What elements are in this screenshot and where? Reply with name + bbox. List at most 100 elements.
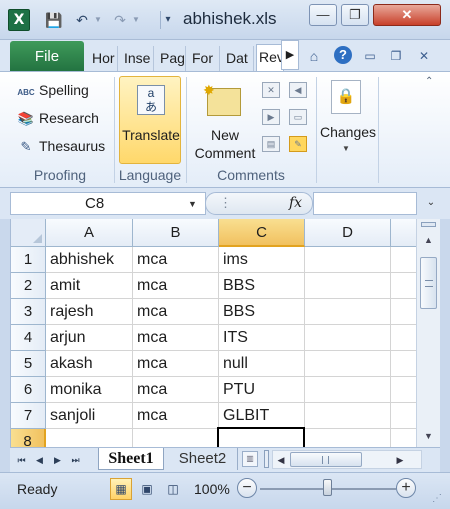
- cell-b8[interactable]: [133, 429, 219, 447]
- tab-scroll-right-icon[interactable]: ▶: [281, 40, 299, 70]
- restore-button[interactable]: ❐: [341, 4, 369, 26]
- resize-grip-icon[interactable]: ⋰: [432, 493, 442, 504]
- cell-c4[interactable]: ITS: [219, 325, 305, 351]
- excel-logo-icon[interactable]: X: [8, 9, 30, 31]
- active-cell-cursor[interactable]: [217, 427, 305, 447]
- tab-review[interactable]: Rev: [256, 44, 284, 72]
- tab-data[interactable]: Dat: [224, 46, 254, 72]
- row-header[interactable]: 8: [11, 429, 46, 447]
- cell-a6[interactable]: monika: [46, 377, 133, 403]
- last-sheet-icon[interactable]: ⏭: [70, 453, 81, 467]
- scroll-left-icon[interactable]: ◀: [274, 452, 288, 468]
- tab-split-handle-icon[interactable]: [264, 450, 269, 468]
- row-header[interactable]: 1: [11, 247, 46, 273]
- scroll-right-icon[interactable]: ▶: [393, 452, 407, 468]
- row-header[interactable]: 2: [11, 273, 46, 299]
- cell-d4[interactable]: [305, 325, 391, 351]
- minimize-button[interactable]: —: [309, 4, 337, 26]
- show-hide-comment-icon[interactable]: ▭: [289, 109, 307, 125]
- cell-e1[interactable]: [391, 247, 416, 273]
- workbook-restore-icon[interactable]: ❐: [386, 46, 406, 66]
- cell-c2[interactable]: BBS: [219, 273, 305, 299]
- scroll-down-icon[interactable]: ▼: [419, 427, 438, 445]
- cell-b7[interactable]: mca: [133, 403, 219, 429]
- scroll-up-icon[interactable]: ▲: [419, 231, 438, 249]
- normal-view-icon[interactable]: ▦: [110, 478, 132, 500]
- spelling-button[interactable]: ABC Spelling: [16, 78, 89, 102]
- horizontal-scroll-thumb[interactable]: [290, 452, 362, 467]
- prev-sheet-icon[interactable]: ◀: [34, 453, 45, 467]
- first-sheet-icon[interactable]: ⏮: [16, 453, 27, 467]
- vertical-scrollbar[interactable]: ▲ ▼: [416, 219, 440, 447]
- cell-b2[interactable]: mca: [133, 273, 219, 299]
- tab-file[interactable]: File: [10, 41, 84, 72]
- translate-button[interactable]: aあ Translate: [119, 76, 181, 164]
- zoom-out-icon[interactable]: −: [237, 478, 257, 498]
- row-header[interactable]: 7: [11, 403, 46, 429]
- workbook-minimize-icon[interactable]: ▭: [360, 46, 380, 66]
- cell-e7[interactable]: [391, 403, 416, 429]
- new-comment-button[interactable]: New Comment: [190, 126, 260, 162]
- show-ink-icon[interactable]: ✎: [289, 136, 307, 152]
- cell-e8[interactable]: [391, 429, 416, 447]
- cell-a5[interactable]: akash: [46, 351, 133, 377]
- name-box[interactable]: C8: [10, 192, 206, 215]
- cell-b1[interactable]: mca: [133, 247, 219, 273]
- cell-d8[interactable]: [305, 429, 391, 447]
- minimize-ribbon-icon[interactable]: ⌂: [304, 46, 324, 66]
- insert-function-button[interactable]: fx: [289, 195, 302, 211]
- changes-button[interactable]: 🔒 Changes ▼: [320, 78, 376, 160]
- row-header[interactable]: 6: [11, 377, 46, 403]
- zoom-in-icon[interactable]: +: [396, 478, 416, 498]
- select-all-button[interactable]: [11, 219, 46, 247]
- expand-formula-bar-icon[interactable]: ⌄: [420, 192, 442, 215]
- cell-d7[interactable]: [305, 403, 391, 429]
- cell-b4[interactable]: mca: [133, 325, 219, 351]
- page-break-view-icon[interactable]: ◫: [162, 478, 184, 500]
- delete-comment-icon[interactable]: ✕: [262, 82, 280, 98]
- next-sheet-icon[interactable]: ▶: [52, 453, 63, 467]
- workbook-close-icon[interactable]: ✕: [414, 46, 434, 66]
- help-button[interactable]: ?: [334, 46, 354, 66]
- cell-c3[interactable]: BBS: [219, 299, 305, 325]
- cell-b6[interactable]: mca: [133, 377, 219, 403]
- save-icon[interactable]: 💾: [44, 10, 64, 30]
- tab-insert[interactable]: Inse: [122, 46, 154, 72]
- cell-a1[interactable]: abhishek: [46, 247, 133, 273]
- zoom-slider-thumb[interactable]: [323, 479, 332, 496]
- cell-a4[interactable]: arjun: [46, 325, 133, 351]
- cell-a8[interactable]: [46, 429, 133, 447]
- thesaurus-button[interactable]: ✎ Thesaurus: [16, 134, 106, 158]
- insert-sheet-icon[interactable]: ▥: [242, 451, 258, 467]
- cell-c7[interactable]: GLBIT: [219, 403, 305, 429]
- cell-c5[interactable]: null: [219, 351, 305, 377]
- horizontal-scrollbar[interactable]: ◀ ▶: [272, 450, 422, 469]
- cell-d6[interactable]: [305, 377, 391, 403]
- research-button[interactable]: 📚 Research: [16, 106, 99, 130]
- cell-b3[interactable]: mca: [133, 299, 219, 325]
- name-box-dropdown-icon[interactable]: ▼: [188, 199, 197, 209]
- cell-d2[interactable]: [305, 273, 391, 299]
- customize-quick-access-icon[interactable]: ▾: [158, 10, 178, 30]
- next-comment-icon[interactable]: ▶: [262, 109, 280, 125]
- redo-dropdown-icon[interactable]: ▼: [126, 10, 146, 30]
- tab-formulas[interactable]: For: [190, 46, 220, 72]
- show-all-comments-icon[interactable]: ▤: [262, 136, 280, 152]
- cell-e5[interactable]: [391, 351, 416, 377]
- cell-a3[interactable]: rajesh: [46, 299, 133, 325]
- page-layout-view-icon[interactable]: ▣: [136, 478, 158, 500]
- cell-e4[interactable]: [391, 325, 416, 351]
- cell-c1[interactable]: ims: [219, 247, 305, 273]
- tab-sheet1[interactable]: Sheet1: [98, 448, 164, 470]
- tab-sheet2[interactable]: Sheet2: [168, 448, 238, 470]
- tab-page-layout[interactable]: Pag: [158, 46, 186, 72]
- column-header-c[interactable]: C: [219, 219, 305, 247]
- cell-a7[interactable]: sanjoli: [46, 403, 133, 429]
- column-header-e[interactable]: [391, 219, 416, 247]
- column-header-a[interactable]: A: [46, 219, 133, 247]
- formula-bar-grip-icon[interactable]: ⋮: [219, 195, 232, 211]
- cell-a2[interactable]: amit: [46, 273, 133, 299]
- zoom-level[interactable]: 100%: [194, 481, 230, 497]
- cell-e3[interactable]: [391, 299, 416, 325]
- row-header[interactable]: 3: [11, 299, 46, 325]
